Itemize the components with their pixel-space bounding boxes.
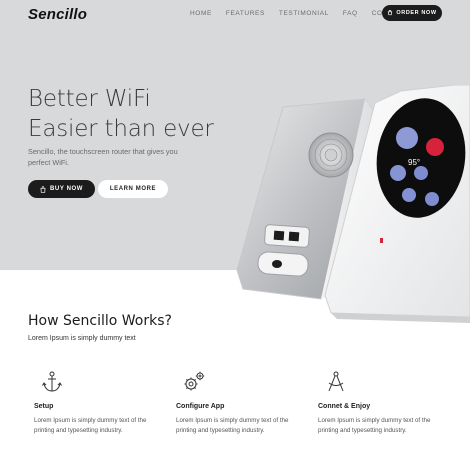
- nav-item-home[interactable]: HOME: [190, 10, 212, 17]
- cart-icon: [388, 10, 393, 16]
- hero-subtitle: Sencillo, the touchscreen router that gi…: [28, 147, 178, 167]
- brand-logo[interactable]: Sencillo: [28, 6, 87, 23]
- order-now-button[interactable]: ORDER NOW: [382, 5, 442, 21]
- feature-configure-app-text: Lorem Ipsum is simply dummy text of the …: [176, 417, 289, 434]
- feature-setup-title: Setup: [34, 403, 54, 410]
- router-device-image: 95°: [236, 85, 470, 323]
- screen-app-blue-3: [414, 166, 428, 180]
- feature-setup-text: Lorem Ipsum is simply dummy text of the …: [34, 417, 147, 434]
- nav-item-faq[interactable]: FAQ: [343, 10, 358, 17]
- how-section-subtitle: Lorem Ipsum is simply dummy text: [28, 335, 136, 342]
- compass-icon: [328, 371, 344, 392]
- feature-configure-app-title: Configure App: [176, 403, 225, 410]
- feature-connect-enjoy: Connet & Enjoy Lorem Ipsum is simply dum…: [318, 370, 448, 436]
- bag-icon: [40, 185, 46, 193]
- screen-app-blue-2: [390, 165, 406, 181]
- buy-now-button[interactable]: BUY NOW: [28, 180, 95, 198]
- nav-item-testimonial[interactable]: TESTIMONIAL: [279, 10, 329, 17]
- feature-configure-app: Configure App Lorem Ipsum is simply dumm…: [176, 370, 306, 436]
- hero-title-line2: Easier than ever: [28, 116, 214, 142]
- screen-app-blue-1: [396, 127, 418, 149]
- order-now-label: ORDER NOW: [396, 10, 437, 16]
- feature-connect-enjoy-text: Lorem Ipsum is simply dummy text of the …: [318, 417, 431, 434]
- hero-title: Better WiFi Easier than ever: [28, 84, 214, 144]
- learn-more-label: LEARN MORE: [109, 186, 157, 192]
- buy-now-label: BUY NOW: [49, 186, 84, 192]
- anchor-icon: [42, 371, 62, 392]
- screen-app-blue-4: [402, 188, 416, 202]
- how-section-title: How Sencillo Works?: [28, 313, 172, 329]
- screen-temperature: 95°: [408, 158, 420, 167]
- screen-app-blue-5: [425, 192, 439, 206]
- feature-setup: Setup Lorem Ipsum is simply dummy text o…: [34, 370, 164, 436]
- power-port: [257, 251, 309, 277]
- hero-title-line1: Better WiFi: [28, 86, 151, 112]
- learn-more-button[interactable]: LEARN MORE: [98, 180, 168, 198]
- feature-connect-enjoy-title: Connet & Enjoy: [318, 403, 371, 410]
- ethernet-ports: [264, 224, 310, 248]
- nav-item-features[interactable]: FEATURES: [226, 10, 265, 17]
- status-led: [380, 238, 383, 243]
- gears-icon: [184, 371, 205, 391]
- screen-app-red: [426, 138, 444, 156]
